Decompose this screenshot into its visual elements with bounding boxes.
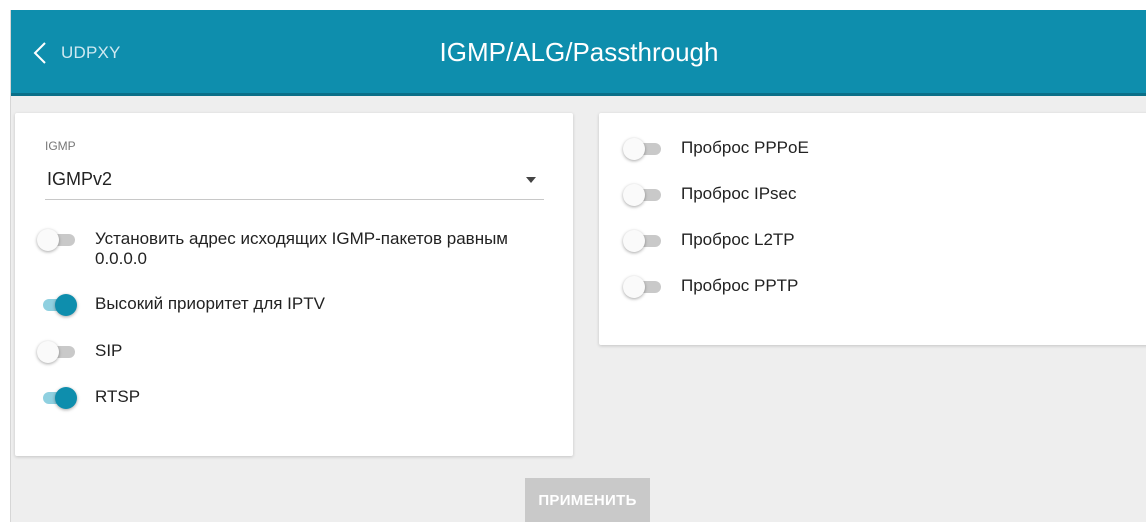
toggle-label: SIP	[95, 341, 123, 360]
igmp-version-select[interactable]: IGMPv2	[45, 160, 544, 200]
igmp-settings-card: IGMP IGMPv2 Установить адрес исходящих I…	[15, 113, 573, 456]
toggle-label: Установить адрес исходящих IGMP-пакетов …	[95, 229, 508, 268]
toggle-label: Проброс IPsec	[681, 184, 797, 203]
toggle-switch[interactable]	[37, 229, 77, 251]
toggle-switch[interactable]	[623, 184, 663, 206]
toggle-row-sip[interactable]: SIP	[37, 341, 122, 363]
toggle-switch[interactable]	[623, 230, 663, 252]
toggle-label: RTSP	[95, 387, 141, 406]
page-frame: UDPXY IGMP/ALG/Passthrough IGMP IGMPv2 У…	[10, 10, 1146, 522]
toggle-label: Проброс L2TP	[681, 230, 795, 249]
toggle-label: Высокий приоритет для IPTV	[95, 294, 325, 313]
igmp-version-value: IGMPv2	[47, 169, 113, 189]
toggle-switch[interactable]	[623, 276, 663, 298]
toggle-switch[interactable]	[37, 294, 77, 316]
page-title: IGMP/ALG/Passthrough	[439, 37, 719, 67]
caret-down-icon	[526, 177, 536, 183]
passthrough-settings-card: Проброс PPPoE Проброс IPsec Проброс L2TP…	[599, 113, 1146, 345]
toggle-row-l2tp-passthrough[interactable]: Проброс L2TP	[623, 230, 795, 252]
toggle-row-igmp-source-address[interactable]: Установить адрес исходящих IGMP-пакетов …	[37, 229, 515, 269]
page-header: UDPXY IGMP/ALG/Passthrough	[11, 10, 1146, 96]
toggle-row-pptp-passthrough[interactable]: Проброс PPTP	[623, 276, 798, 298]
apply-button[interactable]: ПРИМЕНИТЬ	[525, 478, 650, 522]
toggle-row-ipsec-passthrough[interactable]: Проброс IPsec	[623, 184, 797, 206]
toggle-row-pppoe-passthrough[interactable]: Проброс PPPoE	[623, 138, 809, 160]
toggle-switch[interactable]	[37, 387, 77, 409]
toggle-label: Проброс PPTP	[681, 276, 799, 295]
toggle-label: Проброс PPPoE	[681, 138, 809, 157]
toggle-row-iptv-priority[interactable]: Высокий приоритет для IPTV	[37, 294, 325, 316]
toggle-switch[interactable]	[623, 138, 663, 160]
toggle-switch[interactable]	[37, 341, 77, 363]
toggle-row-rtsp[interactable]: RTSP	[37, 387, 140, 409]
igmp-select-label: IGMP	[45, 139, 76, 153]
